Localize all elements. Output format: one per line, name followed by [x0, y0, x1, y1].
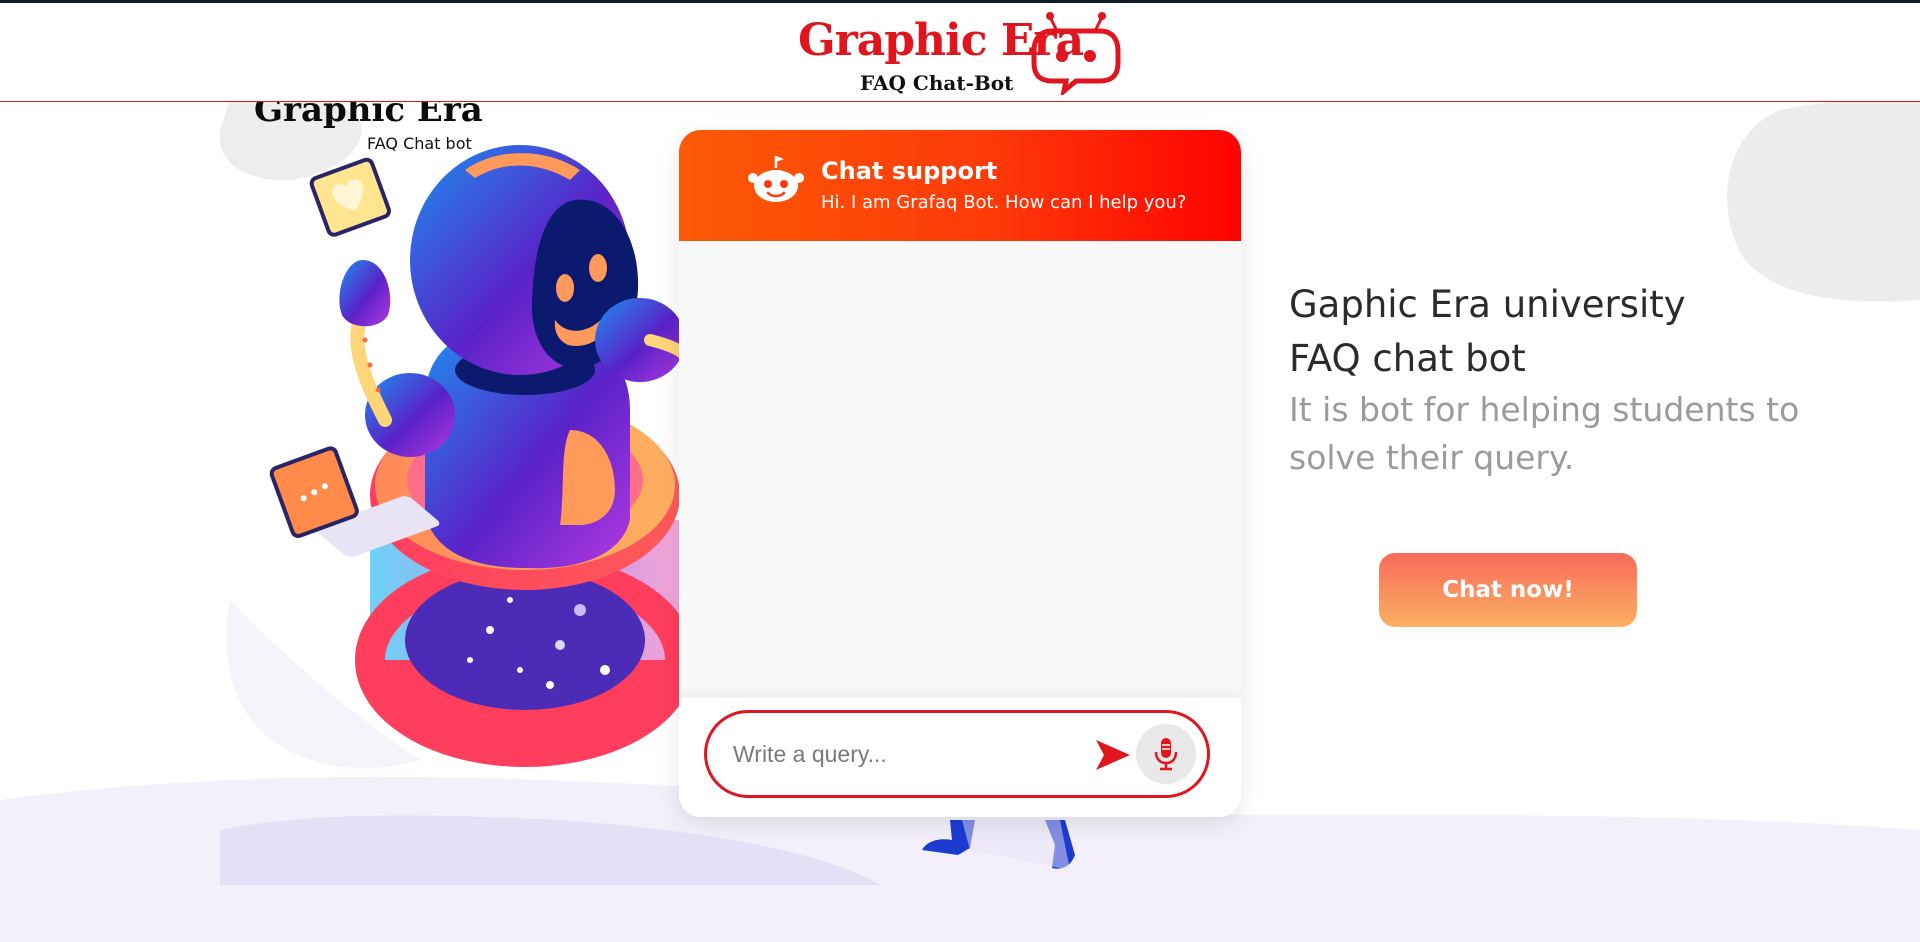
chat-greeting: Hi. I am Grafaq Bot. How can I help you? — [821, 192, 1187, 213]
chat-title: Chat support — [821, 157, 998, 185]
logo-subtitle: FAQ Chat-Bot — [860, 71, 1014, 95]
query-input[interactable] — [731, 733, 1065, 775]
robot-face-icon — [748, 156, 804, 202]
chatbot-logo-icon — [1031, 12, 1121, 95]
microphone-icon — [1154, 738, 1178, 771]
info-title-line1: Gaphic Era university — [1289, 283, 1686, 326]
send-icon[interactable] — [1093, 735, 1133, 775]
info-section: Gaphic Era university FAQ chat bot It is… — [1289, 278, 1809, 482]
info-title-line2: FAQ chat bot — [1289, 337, 1526, 380]
chat-header: Chat support Hi. I am Grafaq Bot. How ca… — [679, 130, 1241, 241]
chat-widget: Chat support Hi. I am Grafaq Bot. How ca… — [679, 130, 1241, 817]
site-header: Graphic Era FAQ Chat-Bot — [0, 3, 1920, 102]
illustration-subtitle: FAQ Chat bot — [367, 134, 472, 153]
microphone-button[interactable] — [1136, 724, 1196, 784]
chat-now-button[interactable]: Chat now! — [1379, 553, 1637, 627]
info-title: Gaphic Era university FAQ chat bot — [1289, 278, 1809, 386]
robot-illustration — [269, 145, 690, 767]
info-description: It is bot for helping students to solve … — [1289, 390, 1800, 477]
chat-input-bar — [679, 698, 1241, 817]
site-logo[interactable]: Graphic Era FAQ Chat-Bot — [798, 9, 1123, 95]
query-input-wrapper — [704, 710, 1210, 798]
